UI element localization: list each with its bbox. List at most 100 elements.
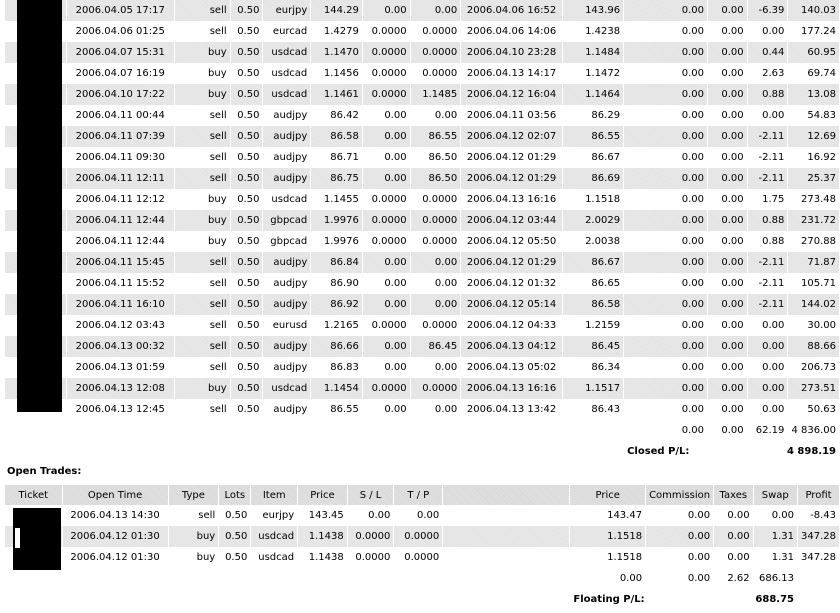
total-taxes: 0.00 xyxy=(721,425,744,436)
lots-cell: 0.50 xyxy=(230,168,263,189)
closed-trade-row[interactable]: 2006.04.12 03:43 sell 0.50 eurusd 1.2165 0.00… xyxy=(5,315,839,336)
lots-cell: 0.50 xyxy=(230,294,263,315)
closed-trade-row[interactable]: 2006.04.11 15:45 sell 0.50 audjpy 86.84 0.00 0… xyxy=(5,252,839,273)
close-price-cell: 86.67 xyxy=(562,252,624,273)
header-tp[interactable]: T / P xyxy=(394,485,443,505)
profit-cell: 30.00 xyxy=(807,320,836,331)
open-time-cell: 2006.04.11 00:44 xyxy=(75,110,165,121)
total-taxes: 0.00 xyxy=(687,573,711,584)
open-time-cell: 2006.04.11 15:52 xyxy=(75,278,165,289)
open-trade-row[interactable]: 2006.04.13 14:30 sell 0.50 eurjpy 143.45 0.00… xyxy=(5,505,839,526)
lots-cell: 0.50 xyxy=(237,26,260,37)
commission-cell: 0.00 xyxy=(681,194,704,205)
header-current-price[interactable]: Price xyxy=(570,485,646,505)
taxes-cell: 0.00 xyxy=(708,210,747,231)
profit-cell: 25.37 xyxy=(788,168,839,189)
header-open-time[interactable]: Open Time xyxy=(62,485,168,505)
lots-cell: 0.50 xyxy=(237,236,260,247)
header-price[interactable]: Price xyxy=(298,485,347,505)
closed-trade-row[interactable]: 2006.04.11 15:52 sell 0.50 audjpy 86.90 0.00 0… xyxy=(5,273,839,294)
redacted-tickets-open xyxy=(13,508,61,570)
header-ticket[interactable]: Ticket xyxy=(5,485,62,505)
header-profit[interactable]: Profit xyxy=(798,485,839,505)
swap-cell: -2.11 xyxy=(747,294,788,315)
closed-trade-row[interactable]: 2006.04.10 17:22 buy 0.50 usdcad 1.1461 0.000… xyxy=(5,84,839,105)
profit-cell: 231.72 xyxy=(788,210,839,231)
close-time-cell: 2006.04.13 14:17 xyxy=(466,68,557,79)
closed-trade-row[interactable]: 2006.04.05 17:17 sell 0.50 eurjpy 144.29 0.00… xyxy=(5,0,839,21)
open-trade-row[interactable]: 2006.04.12 01:30 buy 0.50 usdcad 1.1438 0.000… xyxy=(5,526,839,547)
type-cell: sell xyxy=(174,336,230,357)
item-cell: usdcad xyxy=(263,84,311,105)
commission-cell: 0.00 xyxy=(681,152,704,163)
price-cell: 86.83 xyxy=(330,362,359,373)
header-swap[interactable]: Swap xyxy=(753,485,797,505)
closed-pl-value: 4 898.19 xyxy=(786,446,836,457)
close-price-cell: 143.96 xyxy=(562,0,624,21)
tp-cell: 1.1485 xyxy=(410,84,461,105)
closed-trade-row[interactable]: 2006.04.13 12:08 buy 0.50 usdcad 1.1454 0.000… xyxy=(5,378,839,399)
commission-cell: 0.00 xyxy=(681,236,704,247)
redaction-notch xyxy=(15,528,20,548)
sl-cell: 0.00 xyxy=(384,404,407,415)
header-taxes[interactable]: Taxes xyxy=(714,485,753,505)
closed-trade-row[interactable]: 2006.04.11 09:30 sell 0.50 audjpy 86.71 0.00 8… xyxy=(5,147,839,168)
lots-cell: 0.50 xyxy=(237,152,260,163)
close-time-cell: 2006.04.12 03:44 xyxy=(461,210,562,231)
lots-cell: 0.50 xyxy=(237,110,260,121)
open-trade-row[interactable]: 2006.04.12 01:30 buy 0.50 usdcad 1.1438 0.000… xyxy=(5,547,839,568)
header-sl[interactable]: S / L xyxy=(347,485,394,505)
total-swap: 2.62 xyxy=(727,573,750,584)
taxes-cell: 0.00 xyxy=(708,84,747,105)
type-cell: buy xyxy=(208,68,227,79)
header-item[interactable]: Item xyxy=(251,485,298,505)
tp-cell: 0.00 xyxy=(434,278,458,289)
commission-cell: 0.00 xyxy=(624,126,707,147)
open-time-cell: 2006.04.11 09:30 xyxy=(75,152,165,163)
swap-cell: 0.88 xyxy=(762,236,785,247)
closed-trade-row[interactable]: 2006.04.11 16:10 sell 0.50 audjpy 86.92 0.00 0… xyxy=(5,294,839,315)
closed-trade-row[interactable]: 2006.04.07 15:31 buy 0.50 usdcad 1.1470 0.000… xyxy=(5,42,839,63)
close-price-cell: 2.0038 xyxy=(585,236,621,247)
item-cell: audjpy xyxy=(263,336,311,357)
sl-cell: 0.0000 xyxy=(371,320,407,331)
header-type[interactable]: Type xyxy=(168,485,219,505)
swap-cell: 0.00 xyxy=(762,404,785,415)
profit-cell: 54.83 xyxy=(807,110,836,121)
sl-cell: 0.00 xyxy=(362,0,410,21)
sl-cell: 0.00 xyxy=(362,336,410,357)
header-lots[interactable]: Lots xyxy=(219,485,251,505)
header-commission[interactable]: Commission xyxy=(646,485,714,505)
sl-cell: 0.00 xyxy=(362,252,410,273)
close-time-cell: 2006.04.12 02:07 xyxy=(461,126,562,147)
taxes-cell: 0.00 xyxy=(721,26,744,37)
sl-cell: 0.0000 xyxy=(362,84,410,105)
closed-trade-row[interactable]: 2006.04.11 07:39 sell 0.50 audjpy 86.58 0.00 8… xyxy=(5,126,839,147)
lots-cell: 0.50 xyxy=(237,320,260,331)
lots-cell: 0.50 xyxy=(230,252,263,273)
commission-cell: 0.00 xyxy=(624,252,707,273)
closed-trade-row[interactable]: 2006.04.11 12:11 sell 0.50 audjpy 86.75 0.00 8… xyxy=(5,168,839,189)
commission-cell: 0.00 xyxy=(681,362,704,373)
closed-trade-row[interactable]: 2006.04.11 12:12 buy 0.50 usdcad 1.1455 0.000… xyxy=(5,189,839,210)
closed-trade-row[interactable]: 2006.04.11 00:44 sell 0.50 audjpy 86.42 0.00 0… xyxy=(5,105,839,126)
profit-cell: 16.92 xyxy=(807,152,836,163)
closed-trade-row[interactable]: 2006.04.13 00:32 sell 0.50 audjpy 86.66 0.00 8… xyxy=(5,336,839,357)
price-cell: 1.4279 xyxy=(323,26,359,37)
blank-cell xyxy=(443,505,569,526)
type-cell: sell xyxy=(174,0,230,21)
closed-trade-row[interactable]: 2006.04.13 12:45 sell 0.50 audjpy 86.55 0.00 0… xyxy=(5,399,839,420)
closed-trade-row[interactable]: 2006.04.13 01:59 sell 0.50 audjpy 86.83 0.00 0… xyxy=(5,357,839,378)
profit-cell: 347.28 xyxy=(801,552,836,563)
tp-cell: 0.00 xyxy=(416,510,440,521)
closed-trade-row[interactable]: 2006.04.11 12:44 buy 0.50 gbpcad 1.9976 0.000… xyxy=(5,210,839,231)
lots-cell: 0.50 xyxy=(237,68,260,79)
closed-trade-row[interactable]: 2006.04.07 16:19 buy 0.50 usdcad 1.1456 0.000… xyxy=(5,63,839,84)
close-time-cell: 2006.04.12 04:33 xyxy=(466,320,557,331)
closed-trade-row[interactable]: 2006.04.06 01:25 sell 0.50 eurcad 1.4279 0.00… xyxy=(5,21,839,42)
open-time-cell: 2006.04.11 15:45 xyxy=(66,252,174,273)
closed-trade-row[interactable]: 2006.04.11 12:44 buy 0.50 gbpcad 1.9976 0.000… xyxy=(5,231,839,252)
sl-cell: 0.0000 xyxy=(362,378,410,399)
tp-cell: 0.0000 xyxy=(422,236,458,247)
lots-cell: 0.50 xyxy=(237,404,260,415)
